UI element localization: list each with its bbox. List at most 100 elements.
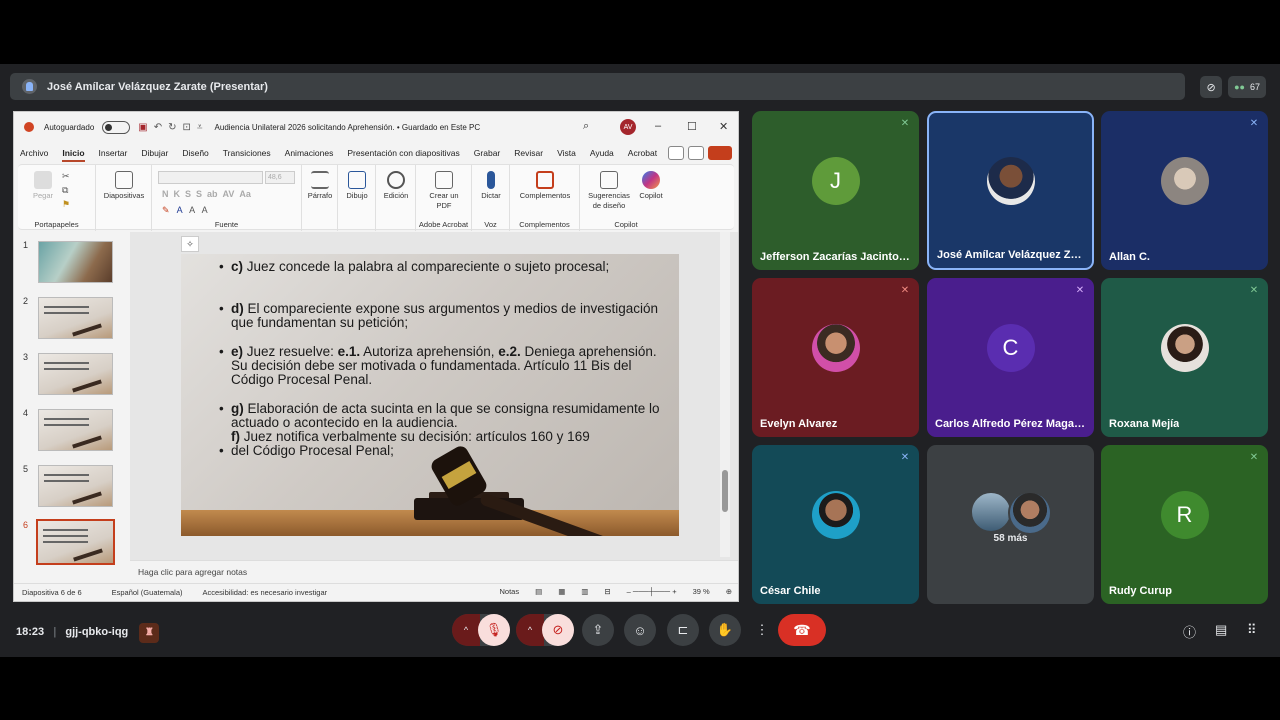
participant-tile-active[interactable]: José Amílcar Velázquez Zar... bbox=[927, 111, 1094, 270]
format-painter-icon[interactable]: ⚑ bbox=[62, 199, 70, 210]
font-name-box[interactable] bbox=[158, 171, 263, 184]
sorter-view-icon[interactable]: ▦ bbox=[558, 587, 565, 596]
copy-icon[interactable]: ⧉ bbox=[62, 185, 68, 196]
notes-button[interactable]: Notas bbox=[500, 587, 520, 596]
scroll-thumb[interactable] bbox=[722, 470, 728, 512]
reading-view-icon[interactable]: ▥ bbox=[581, 587, 588, 596]
undo-icon[interactable]: ↶ bbox=[154, 122, 162, 133]
people-button[interactable]: ●● 67 bbox=[1228, 76, 1266, 98]
tab-diseno[interactable]: Diseño bbox=[182, 148, 208, 158]
dictate-button[interactable]: Dictar bbox=[474, 171, 508, 201]
maximize-icon[interactable]: ☐ bbox=[687, 120, 697, 133]
tab-acrobat[interactable]: Acrobat bbox=[628, 148, 657, 158]
notes-pane[interactable]: Haga clic para agregar notas bbox=[130, 560, 738, 584]
meeting-code[interactable]: gjj-qbko-iqg bbox=[65, 626, 128, 638]
bullet-d: • d) El compareciente expone sus argument… bbox=[219, 301, 658, 330]
slideshow-icon[interactable]: ⊟ bbox=[604, 587, 610, 596]
designer-wand-icon[interactable]: ✧ bbox=[181, 236, 199, 252]
bullet-g: • g) Elaboración de acta sucinta en la qu… bbox=[219, 401, 660, 430]
slide-thumb-2[interactable]: 2 bbox=[14, 294, 130, 344]
user-avatar[interactable]: AV bbox=[620, 119, 636, 135]
participant-tile[interactable]: ✕ R Rudy Curup bbox=[1101, 445, 1268, 604]
leave-call-button[interactable]: ☎ bbox=[778, 614, 826, 646]
close-icon[interactable]: ✕ bbox=[719, 120, 728, 133]
slide-thumb-3[interactable]: 3 bbox=[14, 350, 130, 400]
more-options-icon[interactable]: ⋮ bbox=[746, 614, 778, 646]
camera-off-button[interactable]: ⊘ bbox=[542, 614, 574, 646]
chat-icon[interactable]: ▤ bbox=[1215, 622, 1227, 638]
font-color-buttons[interactable]: ✎ A A A bbox=[162, 205, 208, 216]
tab-grabar[interactable]: Grabar bbox=[474, 148, 500, 158]
slide-thumb-5[interactable]: 5 bbox=[14, 462, 130, 512]
mic-off-button[interactable]: 🎙 bbox=[478, 614, 510, 646]
participant-name: Carlos Alfredo Pérez Magaña bbox=[935, 418, 1085, 430]
document-title[interactable]: Audiencia Unilateral 2026 solicitando Ap… bbox=[215, 123, 481, 132]
slide-thumb-4[interactable]: 4 bbox=[14, 406, 130, 456]
fit-icon[interactable]: ⊕ bbox=[726, 587, 732, 596]
comments-button[interactable] bbox=[688, 146, 704, 160]
create-pdf-button[interactable]: Crear un PDF bbox=[424, 171, 464, 211]
participant-name: Jefferson Zacarías Jacinto ... bbox=[760, 251, 910, 263]
slide-count: Diapositiva 6 de 6 bbox=[22, 588, 82, 597]
redo-icon[interactable]: ↻ bbox=[168, 122, 176, 133]
tab-dibujar[interactable]: Dibujar bbox=[141, 148, 168, 158]
record-button[interactable] bbox=[668, 146, 684, 160]
minimize-icon[interactable]: – bbox=[655, 120, 661, 132]
tab-revisar[interactable]: Revisar bbox=[514, 148, 543, 158]
current-slide[interactable]: • c) Juez concede la palabra al compareci… bbox=[181, 254, 679, 536]
paste-button[interactable]: Pegar bbox=[28, 171, 58, 201]
search-icon[interactable]: ⌕ bbox=[583, 120, 589, 133]
participant-tile[interactable]: ✕ Roxana Mejía bbox=[1101, 278, 1268, 437]
participant-tile[interactable]: ✕ C Carlos Alfredo Pérez Magaña bbox=[927, 278, 1094, 437]
share-button[interactable] bbox=[708, 146, 732, 160]
camera-off-icon[interactable]: ⊘ bbox=[1200, 76, 1223, 98]
participant-tile[interactable]: ✕ J Jefferson Zacarías Jacinto ... bbox=[752, 111, 919, 270]
more-participants-tile[interactable]: 58 más bbox=[927, 445, 1094, 604]
slide-thumb-1[interactable]: 1 bbox=[14, 238, 130, 288]
mic-options-chevron-icon[interactable]: ^ bbox=[452, 614, 480, 646]
slides-button[interactable]: Diapositivas bbox=[100, 171, 148, 201]
thumbnail bbox=[38, 297, 113, 339]
slide-editor: ✧ • c) Juez concede la palabra al compare… bbox=[130, 232, 730, 557]
tab-inicio[interactable]: Inicio bbox=[62, 148, 85, 162]
raise-hand-button[interactable]: ✋ bbox=[709, 614, 741, 646]
vertical-scrollbar[interactable] bbox=[720, 232, 730, 557]
tab-transiciones[interactable]: Transiciones bbox=[223, 148, 271, 158]
tab-vista[interactable]: Vista bbox=[557, 148, 576, 158]
autosave-toggle[interactable] bbox=[102, 120, 131, 134]
language-status[interactable]: Español (Guatemala) bbox=[112, 588, 183, 597]
paragraph-button[interactable]: Párrafo bbox=[304, 171, 336, 201]
zoom-level[interactable]: 39 % bbox=[693, 587, 710, 596]
captions-button[interactable]: ⊏ bbox=[667, 614, 699, 646]
customize-icon[interactable]: ⩡ bbox=[197, 122, 203, 133]
camera-options-chevron-icon[interactable]: ^ bbox=[516, 614, 544, 646]
present-screen-button[interactable]: ⇪ bbox=[582, 614, 614, 646]
copilot-button[interactable]: Copilot bbox=[634, 171, 668, 201]
tab-animaciones[interactable]: Animaciones bbox=[285, 148, 334, 158]
present-icon[interactable]: ⊡ bbox=[183, 122, 191, 133]
designer-button[interactable]: Sugerencias de diseño bbox=[584, 171, 634, 211]
emoji-button[interactable]: ☺ bbox=[624, 614, 656, 646]
host-controls-icon[interactable]: ♜ bbox=[139, 623, 160, 643]
font-size-box[interactable]: 48,6 bbox=[265, 171, 295, 184]
addins-button[interactable]: Complementos bbox=[514, 171, 576, 201]
activities-icon[interactable]: ⠿ bbox=[1247, 622, 1257, 638]
participant-tile[interactable]: ✕ Allan C. bbox=[1101, 111, 1268, 270]
normal-view-icon[interactable]: ▤ bbox=[535, 587, 542, 596]
participant-tile[interactable]: ✕ César Chile bbox=[752, 445, 919, 604]
cut-icon[interactable]: ✂ bbox=[62, 171, 70, 182]
tab-presentacion[interactable]: Presentación con diapositivas bbox=[347, 148, 459, 158]
zoom-slider[interactable]: – ───┼─── + bbox=[627, 587, 677, 596]
info-icon[interactable]: ⓘ bbox=[1183, 622, 1196, 641]
save-icon[interactable]: ▣ bbox=[138, 122, 147, 133]
tab-archivo[interactable]: Archivo bbox=[20, 148, 48, 158]
format-buttons[interactable]: N K S S ab AV Aa bbox=[162, 189, 251, 199]
drawing-button[interactable]: Dibujo bbox=[340, 171, 374, 201]
slide-thumb-6[interactable]: 6 bbox=[14, 518, 130, 568]
editing-button[interactable]: Edición bbox=[378, 171, 414, 201]
tab-insertar[interactable]: Insertar bbox=[99, 148, 128, 158]
accessibility-status[interactable]: Accesibilidad: es necesario investigar bbox=[203, 588, 328, 597]
participant-tile[interactable]: ✕ Evelyn Alvarez bbox=[752, 278, 919, 437]
tab-ayuda[interactable]: Ayuda bbox=[590, 148, 614, 158]
participant-name: Evelyn Alvarez bbox=[760, 418, 838, 430]
